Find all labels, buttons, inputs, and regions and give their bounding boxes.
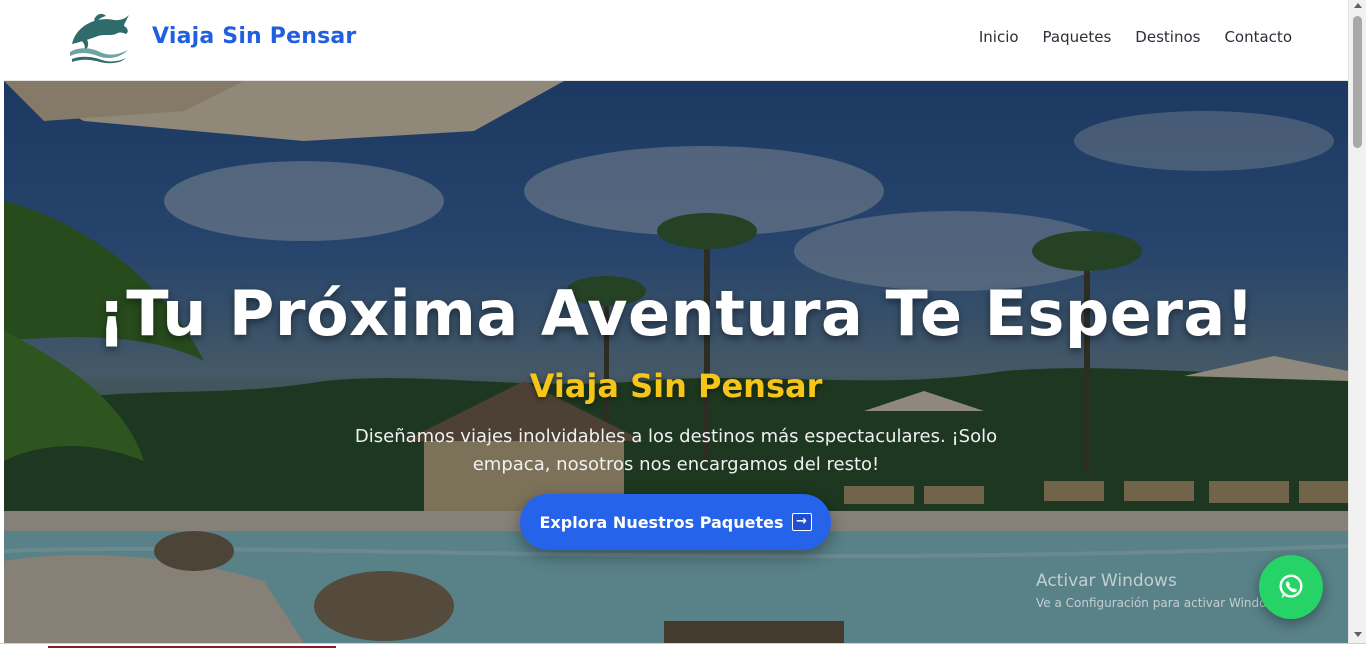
hero-title: ¡Tu Próxima Aventura Te Espera! — [97, 277, 1255, 350]
taskbar-active-indicator — [48, 646, 336, 648]
scroll-down-arrow-icon[interactable] — [1354, 632, 1362, 637]
hero-description: Diseñamos viajes inolvidables a los dest… — [354, 426, 998, 475]
explore-packages-button[interactable]: Explora Nuestros Paquetes → — [520, 494, 831, 550]
brand-name[interactable]: Viaja Sin Pensar — [152, 24, 356, 49]
hero-subtitle: Viaja Sin Pensar — [529, 367, 823, 405]
taskbar-edge — [0, 643, 1366, 649]
page: Viaja Sin Pensar Inicio Paquetes Destino… — [4, 0, 1348, 643]
nav-link-destinos[interactable]: Destinos — [1135, 28, 1200, 46]
page-scrollbar[interactable] — [1348, 0, 1366, 643]
nav-link-inicio[interactable]: Inicio — [979, 28, 1019, 46]
hero-content: ¡Tu Próxima Aventura Te Espera! Viaja Si… — [4, 81, 1348, 643]
windows-activation-subtitle: Ve a Configuración para activar Windows. — [1036, 596, 1287, 610]
whatsapp-icon — [1279, 574, 1303, 599]
hero-section: ¡Tu Próxima Aventura Te Espera! Viaja Si… — [4, 81, 1348, 643]
scroll-up-arrow-icon[interactable] — [1354, 3, 1362, 8]
explore-packages-label: Explora Nuestros Paquetes — [539, 512, 784, 532]
dolphin-logo-icon[interactable] — [66, 12, 132, 64]
nav-link-paquetes[interactable]: Paquetes — [1043, 28, 1112, 46]
whatsapp-button[interactable] — [1259, 555, 1323, 619]
scroll-thumb[interactable] — [1353, 16, 1362, 148]
arrow-right-icon: → — [791, 513, 812, 531]
nav-links: Inicio Paquetes Destinos Contacto — [979, 28, 1292, 46]
navbar: Viaja Sin Pensar Inicio Paquetes Destino… — [4, 0, 1348, 81]
nav-link-contacto[interactable]: Contacto — [1224, 28, 1292, 46]
windows-activation-title: Activar Windows — [1036, 571, 1177, 591]
